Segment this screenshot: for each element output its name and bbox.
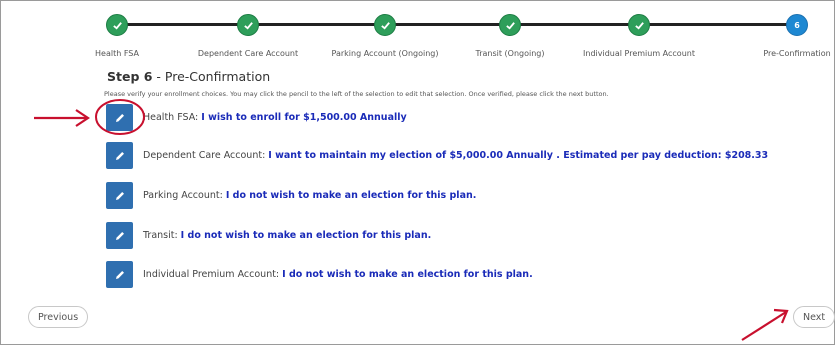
edit-parking-button[interactable] <box>106 182 133 209</box>
edit-health-fsa-button[interactable] <box>106 104 133 131</box>
step-6-current: 6 <box>786 14 808 36</box>
pencil-icon <box>115 191 124 200</box>
selection-row-parking: Parking Account: I do not wish to make a… <box>106 182 476 209</box>
selection-label: Transit: <box>143 230 178 241</box>
selection-row-transit: Transit: I do not wish to make an electi… <box>106 222 431 249</box>
check-icon <box>243 21 253 30</box>
pencil-icon <box>115 270 124 279</box>
previous-button[interactable]: Previous <box>28 306 89 328</box>
step-number-label: Step 6 <box>107 69 153 84</box>
progress-stepper: 6 Health FSA Dependent Care Account Park… <box>0 0 835 70</box>
selection-row-health-fsa: Health FSA: I wish to enroll for $1,500.… <box>106 104 407 131</box>
step-label-pre-confirmation: Pre-Confirmation <box>763 49 831 58</box>
step-label-health-fsa: Health FSA <box>95 49 139 58</box>
instructions-text: Please verify your enrollment choices. Y… <box>104 90 609 98</box>
pencil-icon <box>115 231 124 240</box>
step-1-complete[interactable] <box>106 14 128 36</box>
selection-label: Individual Premium Account: <box>143 269 280 280</box>
selection-value: I do not wish to make an election for th… <box>225 190 477 201</box>
selection-row-individual-premium: Individual Premium Account: I do not wis… <box>106 261 533 288</box>
selection-value: I do not wish to make an election for th… <box>282 269 533 280</box>
check-icon <box>634 21 644 30</box>
selection-value: I want to maintain my election of $5,000… <box>268 150 769 161</box>
step-number: 6 <box>794 20 800 30</box>
edit-dependent-care-button[interactable] <box>106 142 133 169</box>
step-3-complete[interactable] <box>374 14 396 36</box>
check-icon <box>112 21 122 30</box>
check-icon <box>505 21 515 30</box>
selection-label: Dependent Care Account: <box>143 150 266 161</box>
selection-label: Parking Account: <box>143 190 223 201</box>
selection-value: I do not wish to make an election for th… <box>180 230 432 241</box>
step-label-dependent-care: Dependent Care Account <box>197 49 299 58</box>
pencil-icon <box>115 151 124 160</box>
step-label-individual-premium: Individual Premium Account <box>583 49 695 58</box>
step-4-complete[interactable] <box>499 14 521 36</box>
page-title: Step 6 - Pre-Confirmation <box>107 69 270 84</box>
step-5-complete[interactable] <box>628 14 650 36</box>
check-icon <box>380 21 390 30</box>
pencil-icon <box>115 113 124 122</box>
edit-individual-premium-button[interactable] <box>106 261 133 288</box>
selection-row-dependent-care: Dependent Care Account: I want to mainta… <box>106 142 768 169</box>
edit-transit-button[interactable] <box>106 222 133 249</box>
next-button[interactable]: Next <box>793 306 835 328</box>
step-label-transit: Transit (Ongoing) <box>475 49 545 58</box>
step-2-complete[interactable] <box>237 14 259 36</box>
step-label-parking: Parking Account (Ongoing) <box>331 49 439 58</box>
stepper-connector <box>117 23 797 26</box>
selection-value: I wish to enroll for $1,500.00 Annually <box>201 112 407 123</box>
step-name: - Pre-Confirmation <box>152 69 271 84</box>
selection-label: Health FSA: <box>143 112 199 123</box>
